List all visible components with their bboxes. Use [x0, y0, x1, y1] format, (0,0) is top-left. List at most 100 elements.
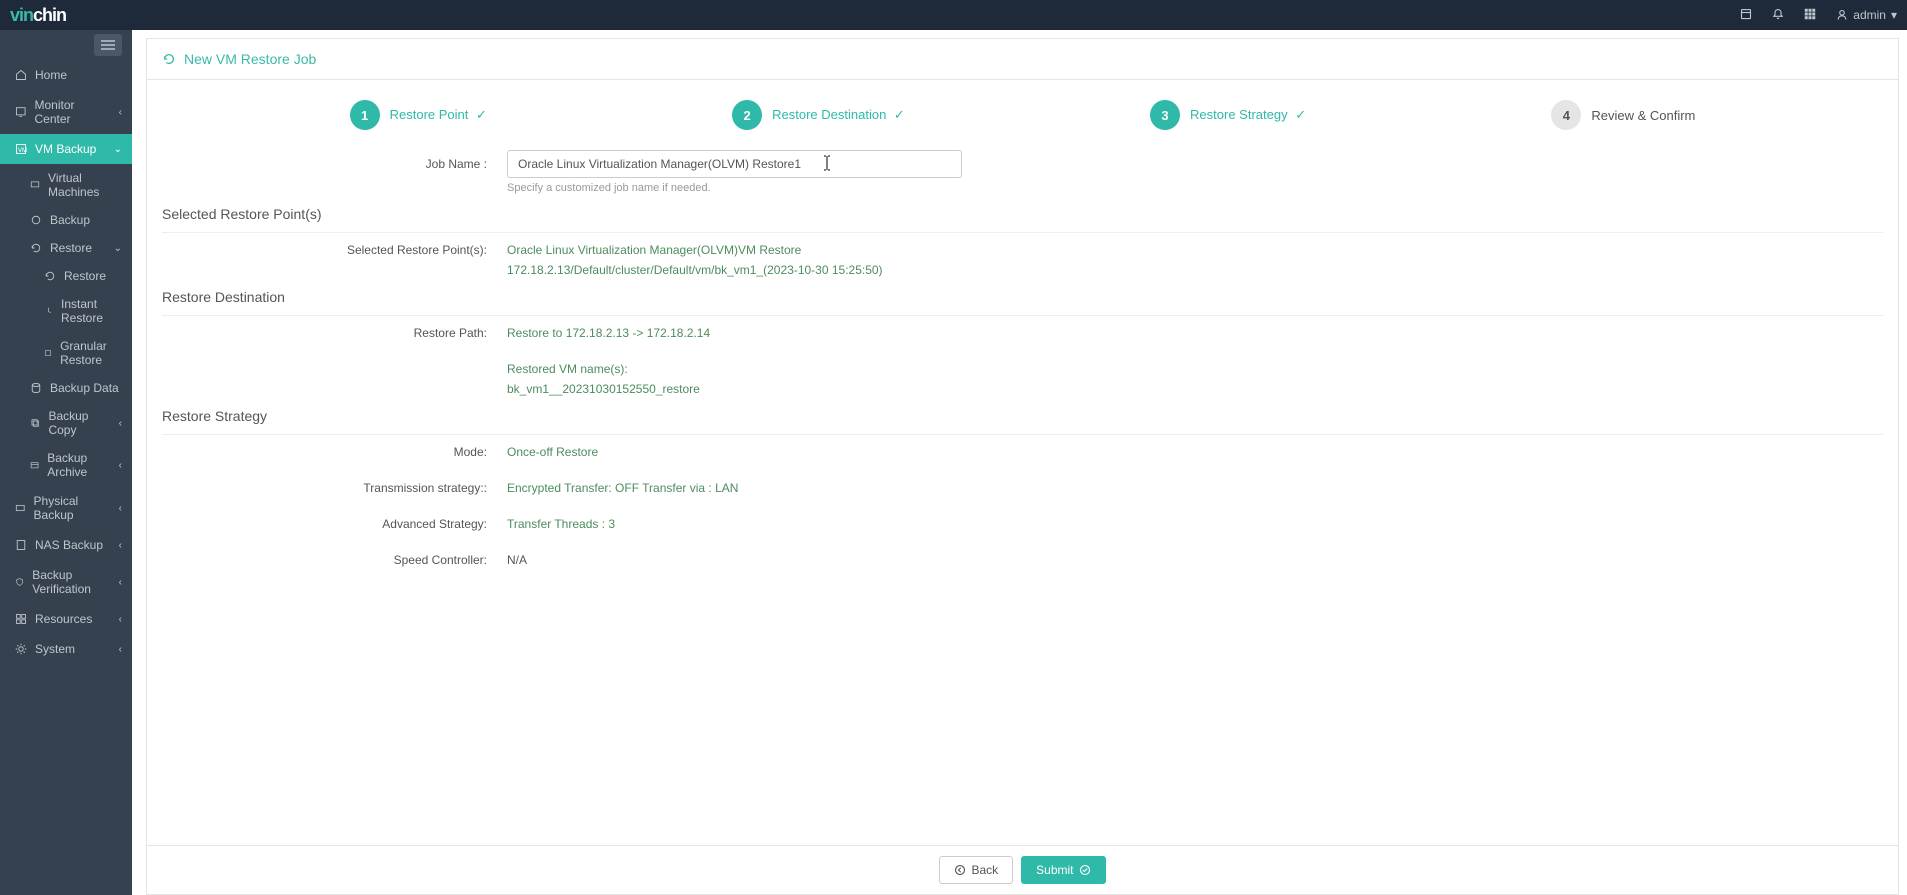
main-content: New VM Restore Job 1 Restore Point ✓ 2 R… — [132, 30, 1907, 895]
sidebar-label: Granular Restore — [60, 339, 122, 367]
advanced-row: Advanced Strategy: Transfer Threads : 3 — [162, 517, 1883, 531]
chevron-icon: ⌄ — [114, 144, 122, 155]
logo-part1: vin — [10, 5, 33, 25]
sidebar-item-resources[interactable]: Resources ‹ — [0, 604, 132, 634]
transmission-value: Encrypted Transfer: OFF Transfer via : L… — [507, 481, 738, 495]
step-label: Restore Point ✓ — [390, 107, 487, 123]
sidebar-label: Resources — [35, 612, 92, 626]
mode-row: Mode: Once-off Restore — [162, 445, 1883, 459]
page-panel: New VM Restore Job 1 Restore Point ✓ 2 R… — [146, 38, 1899, 895]
chevron-icon: ‹ — [119, 460, 122, 471]
step-restore-point[interactable]: 1 Restore Point ✓ — [350, 100, 487, 130]
sidebar-item-physical-backup[interactable]: Physical Backup ‹ — [0, 486, 132, 530]
sidebar-item-backup-verification[interactable]: Backup Verification ‹ — [0, 560, 132, 604]
refresh-icon — [162, 52, 176, 66]
sidebar-label: System — [35, 642, 75, 656]
back-button-label: Back — [971, 863, 998, 877]
chevron-icon: ⌄ — [114, 243, 122, 254]
sidebar-label: Backup Archive — [47, 451, 110, 479]
logo: vinchin — [10, 5, 66, 26]
step-number: 2 — [732, 100, 762, 130]
sidebar-subitem-backup-copy[interactable]: Backup Copy ‹ — [0, 402, 132, 444]
sidebar: Home Monitor Center ‹ VM VM Backup ⌄ Vir… — [0, 30, 132, 895]
form-content: Job Name : Specify a customized job name… — [147, 150, 1898, 845]
sidebar-toggle-button[interactable] — [94, 34, 122, 56]
step-label: Review & Confirm — [1591, 108, 1695, 123]
app-header: vinchin admin ▾ — [0, 0, 1907, 30]
chevron-icon: ‹ — [119, 107, 122, 118]
page-title: New VM Restore Job — [184, 51, 316, 67]
step-restore-destination[interactable]: 2 Restore Destination ✓ — [732, 100, 905, 130]
sidebar-subitem-granular-restore[interactable]: Granular Restore — [0, 332, 132, 374]
page-header: New VM Restore Job — [147, 39, 1898, 80]
step-label: Restore Strategy ✓ — [1190, 107, 1306, 123]
sidebar-subitem-restore[interactable]: Restore ⌄ — [0, 234, 132, 262]
sidebar-label: NAS Backup — [35, 538, 103, 552]
sidebar-subitem-backup-archive[interactable]: Backup Archive ‹ — [0, 444, 132, 486]
speed-label: Speed Controller: — [162, 553, 507, 567]
sidebar-subitem-restore-sub[interactable]: Restore — [0, 262, 132, 290]
restore-path-row: Restore Path: Restore to 172.18.2.13 -> … — [162, 326, 1883, 340]
mode-label: Mode: — [162, 445, 507, 459]
sidebar-subitem-virtual-machines[interactable]: Virtual Machines — [0, 164, 132, 206]
sidebar-item-nas-backup[interactable]: NAS Backup ‹ — [0, 530, 132, 560]
step-review-confirm[interactable]: 4 Review & Confirm — [1551, 100, 1695, 130]
bell-icon[interactable] — [1772, 8, 1784, 23]
sidebar-item-vm-backup[interactable]: VM VM Backup ⌄ — [0, 134, 132, 164]
speed-value: N/A — [507, 553, 527, 567]
step-restore-strategy[interactable]: 3 Restore Strategy ✓ — [1150, 100, 1306, 130]
selected-points-value-2: 172.18.2.13/Default/cluster/Default/vm/b… — [507, 261, 1883, 279]
chevron-icon: ‹ — [119, 503, 122, 514]
restore-path-label: Restore Path: — [162, 326, 507, 340]
sidebar-item-home[interactable]: Home — [0, 60, 132, 90]
mode-value: Once-off Restore — [507, 445, 598, 459]
sidebar-label: Instant Restore — [61, 297, 122, 325]
sidebar-label: Monitor Center — [35, 98, 111, 126]
speed-row: Speed Controller: N/A — [162, 553, 1883, 567]
grid-icon[interactable] — [1804, 8, 1816, 23]
advanced-label: Advanced Strategy: — [162, 517, 507, 531]
sidebar-subitem-instant-restore[interactable]: Instant Restore — [0, 290, 132, 332]
sidebar-subitem-backup[interactable]: Backup — [0, 206, 132, 234]
chevron-icon: ‹ — [119, 540, 122, 551]
user-name: admin — [1853, 8, 1886, 22]
submit-button-label: Submit — [1036, 863, 1073, 877]
chevron-icon: ‹ — [119, 577, 122, 588]
sidebar-label: Backup Data — [50, 381, 119, 395]
selected-points-row: Selected Restore Point(s): Oracle Linux … — [162, 243, 1883, 257]
sidebar-label: Physical Backup — [34, 494, 111, 522]
submit-button[interactable]: Submit — [1021, 856, 1105, 884]
back-button[interactable]: Back — [939, 856, 1013, 884]
user-menu[interactable]: admin ▾ — [1836, 8, 1897, 22]
sidebar-subitem-backup-data[interactable]: Backup Data — [0, 374, 132, 402]
footer-buttons: Back Submit — [147, 845, 1898, 894]
sidebar-label: Restore — [64, 269, 106, 283]
check-circle-icon — [1079, 864, 1091, 876]
sidebar-item-monitor-center[interactable]: Monitor Center ‹ — [0, 90, 132, 134]
section-divider — [162, 232, 1883, 233]
job-name-input[interactable] — [507, 150, 962, 178]
advanced-value: Transfer Threads : 3 — [507, 517, 615, 531]
sidebar-label: Backup — [50, 213, 90, 227]
arrow-left-icon — [954, 864, 966, 876]
chevron-icon: ‹ — [119, 418, 122, 429]
job-name-row: Job Name : — [162, 150, 1883, 178]
step-number: 3 — [1150, 100, 1180, 130]
section-divider — [162, 315, 1883, 316]
chevron-icon: ‹ — [119, 614, 122, 625]
step-number: 1 — [350, 100, 380, 130]
sidebar-label: Virtual Machines — [48, 171, 122, 199]
panel-icon[interactable] — [1740, 8, 1752, 23]
header-actions: admin ▾ — [1740, 8, 1897, 23]
sidebar-label: Restore — [50, 241, 92, 255]
chevron-down-icon: ▾ — [1891, 8, 1897, 22]
check-icon: ✓ — [476, 107, 487, 122]
sidebar-toggle-row — [0, 30, 132, 60]
sidebar-label: VM Backup — [35, 142, 96, 156]
section-title-restore-destination: Restore Destination — [162, 289, 1883, 305]
transmission-row: Transmission strategy:: Encrypted Transf… — [162, 481, 1883, 495]
svg-text:VM: VM — [18, 148, 27, 154]
sidebar-item-system[interactable]: System ‹ — [0, 634, 132, 664]
restored-vm-value: bk_vm1__20231030152550_restore — [507, 380, 1883, 398]
wizard-steps: 1 Restore Point ✓ 2 Restore Destination … — [147, 80, 1898, 150]
